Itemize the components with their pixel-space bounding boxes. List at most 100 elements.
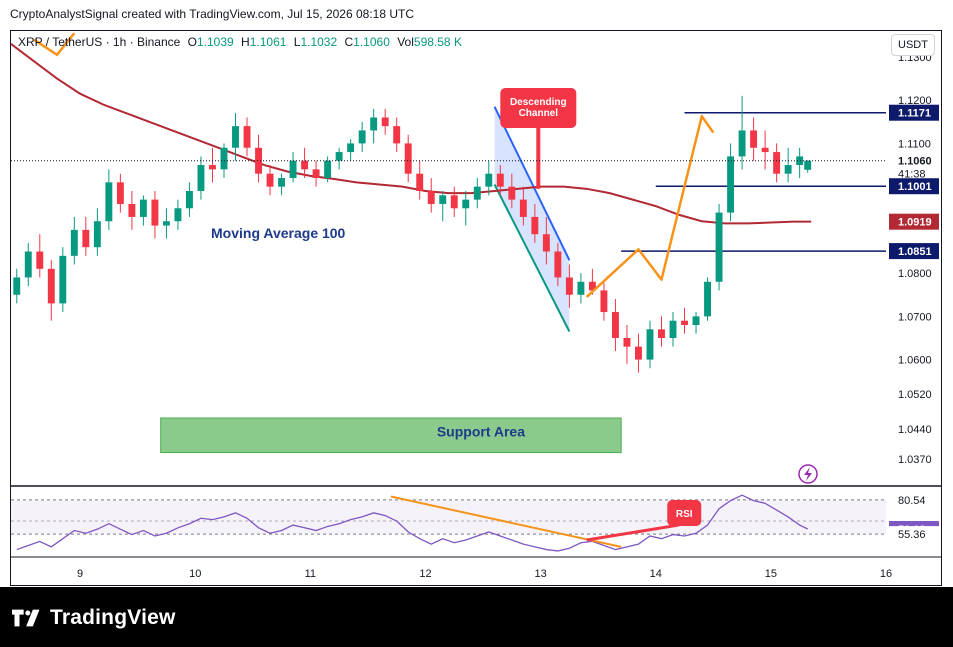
candle-body xyxy=(105,182,113,222)
candle-body xyxy=(243,126,251,148)
candle-body xyxy=(715,212,723,282)
candle-body xyxy=(554,251,562,278)
candle-body xyxy=(174,208,182,222)
candle-body xyxy=(404,143,412,174)
rsi-callout-label: RSI xyxy=(676,509,693,520)
time-tick-label: 13 xyxy=(534,568,546,580)
candle-body xyxy=(116,182,124,204)
time-tick-label: 14 xyxy=(650,568,662,580)
candle-body xyxy=(531,216,539,235)
time-tick-label: 15 xyxy=(765,568,777,580)
candle-body xyxy=(301,160,309,170)
tradingview-logo[interactable]: TradingView xyxy=(12,606,176,630)
candle-body xyxy=(692,316,700,326)
price-tick-label: 1.0800 xyxy=(898,268,932,280)
price-badge-label: 1.1001 xyxy=(898,181,932,193)
price-tick-label: 1.0600 xyxy=(898,355,932,367)
candle-body xyxy=(393,126,401,144)
legend-high-label: H xyxy=(241,35,250,49)
candle-body xyxy=(611,312,619,338)
candle-body xyxy=(324,160,332,179)
candle-body xyxy=(162,221,170,226)
candle-body xyxy=(577,281,585,295)
price-tick-label: 1.0700 xyxy=(898,311,932,323)
candle-body xyxy=(439,195,447,204)
price-chart[interactable]: Support Area Moving Average 100 Descending… xyxy=(0,0,953,587)
candle-body xyxy=(186,190,193,209)
legend-symbol: XRP / TetherUS · 1h · Binance xyxy=(18,35,181,49)
candle-body xyxy=(347,143,355,153)
rsi-band xyxy=(11,499,886,535)
candle-body xyxy=(59,255,67,304)
candle-body xyxy=(47,268,55,304)
candle-body xyxy=(128,203,136,217)
candle-body xyxy=(289,160,297,179)
candle-body xyxy=(278,178,286,187)
candle-body xyxy=(658,329,665,338)
candle-body xyxy=(761,147,769,153)
candle-body xyxy=(266,173,274,187)
candle-body xyxy=(669,320,677,338)
tradingview-logo-icon xyxy=(12,609,40,627)
time-tick-label: 12 xyxy=(419,568,431,580)
price-tick-label: 1.1100 xyxy=(898,138,931,150)
tradingview-wordmark: TradingView xyxy=(50,606,176,629)
rsi-badge-label: 80.54 xyxy=(898,495,926,507)
candle-body xyxy=(473,186,481,200)
candle-body xyxy=(784,165,792,174)
price-tick-label: 1.0520 xyxy=(898,389,932,401)
candle-body xyxy=(646,329,654,360)
candle-body xyxy=(220,147,228,170)
candle-body xyxy=(358,130,366,144)
candle-body xyxy=(93,221,101,248)
candle-body xyxy=(738,130,746,157)
support-area-label: Support Area xyxy=(437,424,525,440)
candle-body xyxy=(370,117,378,131)
candle-body xyxy=(209,165,216,170)
price-badge-label: 1.0919 xyxy=(898,217,932,229)
candle-body xyxy=(681,320,688,326)
candle-body xyxy=(623,337,631,347)
candle-body xyxy=(565,277,573,295)
candle-body xyxy=(485,173,493,187)
candle-body xyxy=(508,186,516,200)
candle-body xyxy=(24,251,32,278)
projection-arrow xyxy=(585,114,715,298)
candle-body xyxy=(70,229,78,256)
currency-unit-button[interactable]: USDT xyxy=(891,34,935,56)
time-tick-label: 11 xyxy=(305,568,316,580)
price-badge-label: 1.1171 xyxy=(898,108,931,120)
moving-average-label: Moving Average 100 xyxy=(211,225,346,241)
candle-body xyxy=(462,199,470,209)
legend-high: 1.1061 xyxy=(249,35,287,49)
legend-open-label: O xyxy=(187,35,197,49)
time-tick-label: 9 xyxy=(77,568,83,580)
ma100-line xyxy=(10,43,812,225)
candle-body xyxy=(36,251,44,269)
last-price-label: 1.1060 xyxy=(898,156,932,168)
candle-body xyxy=(151,199,159,226)
ohlc-legend: XRP / TetherUS · 1h · Binance O1.1039 H1… xyxy=(18,35,462,49)
candle-body xyxy=(542,234,550,252)
legend-close-label: C xyxy=(344,35,354,49)
candle-body xyxy=(727,156,735,213)
support-area-zone xyxy=(160,417,622,454)
legend-close: 1.1060 xyxy=(353,35,390,49)
time-tick-label: 16 xyxy=(880,568,892,580)
candle-body xyxy=(335,152,343,161)
price-tick-label: 1.0370 xyxy=(898,454,932,466)
candle-body xyxy=(13,277,21,295)
candle-body xyxy=(312,169,320,179)
candle-body xyxy=(427,190,435,204)
candle-body xyxy=(232,126,239,148)
candle-body xyxy=(804,160,812,170)
candle-body xyxy=(197,165,205,191)
price-tick-label: 1.0440 xyxy=(898,424,932,436)
descending-channel-label-line2: Channel xyxy=(519,108,559,119)
candle-body xyxy=(704,281,711,317)
legend-vol-label: Vol xyxy=(397,35,414,49)
candle-body xyxy=(450,195,458,209)
candle-body xyxy=(139,199,147,217)
candle-body xyxy=(519,199,527,217)
legend-vol: 598.58 K xyxy=(413,35,462,49)
